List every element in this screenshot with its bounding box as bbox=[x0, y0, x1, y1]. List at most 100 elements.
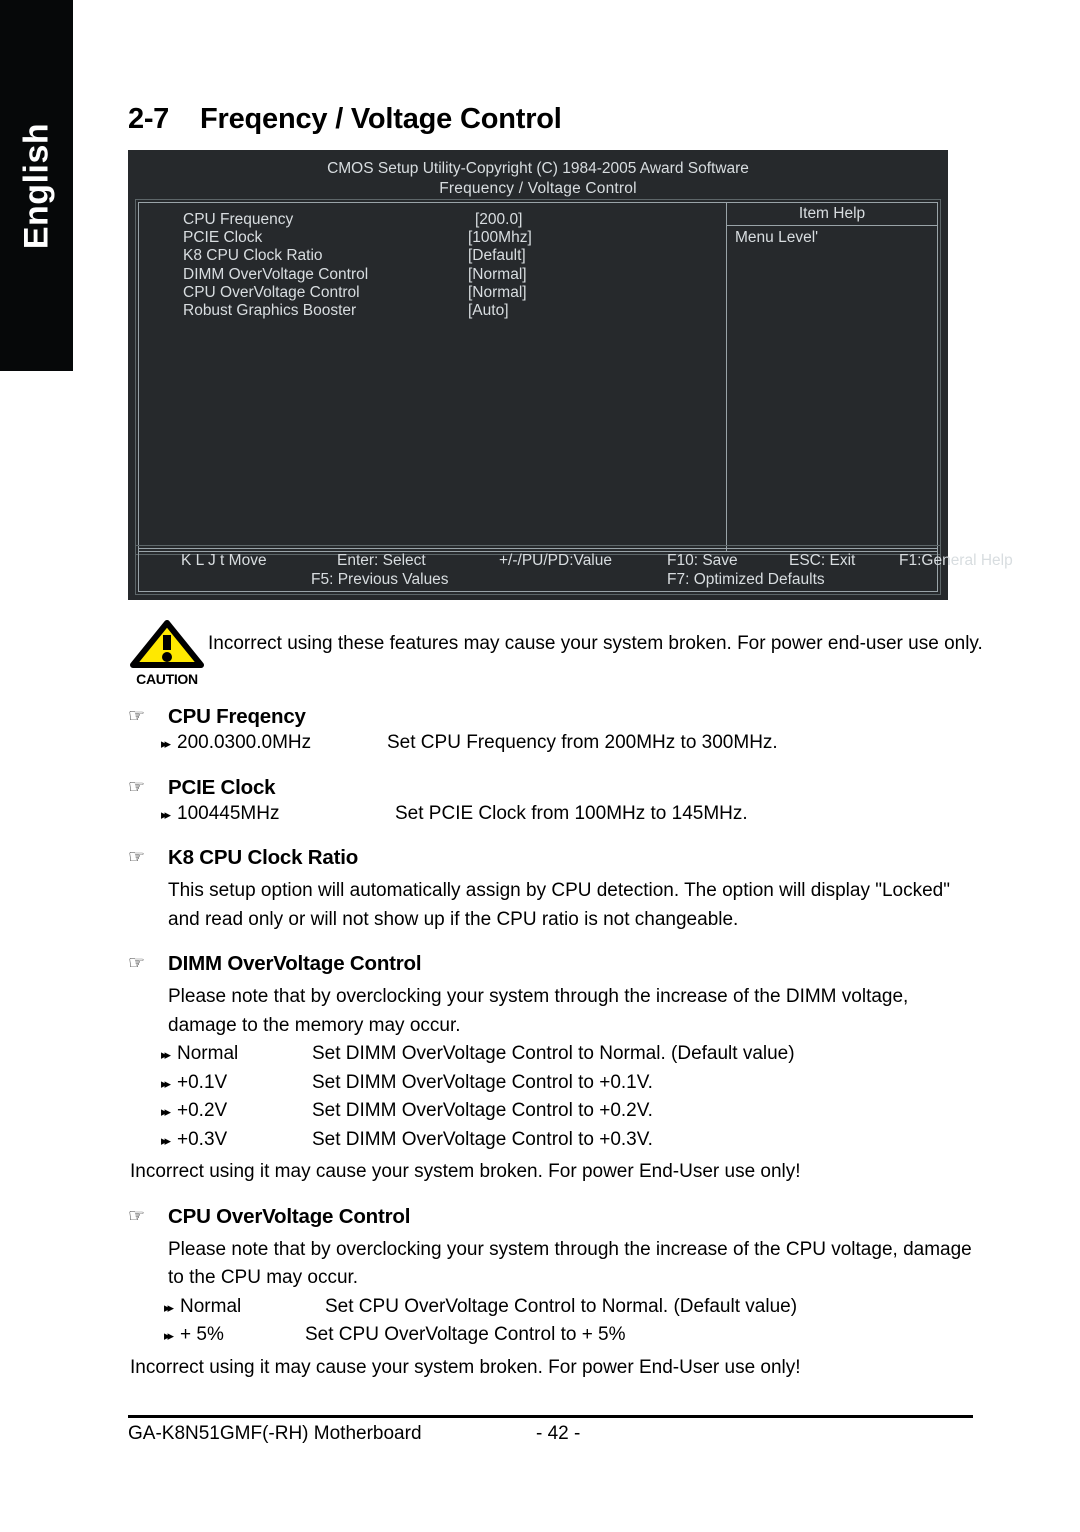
double-arrow-icon: ▸▸ bbox=[161, 1132, 171, 1148]
section-pcie-clock: ☞ PCIE Clock ▸▸ 100445MHz Set PCIE Clock… bbox=[128, 776, 973, 829]
key-move: K L J t Move bbox=[181, 552, 267, 569]
key-enter: Enter: Select bbox=[337, 552, 426, 569]
pointing-hand-icon: ☞ bbox=[128, 1205, 145, 1227]
section-heading: ☞ CPU Freqency bbox=[128, 705, 973, 729]
section-heading-label: CPU Freqency bbox=[168, 705, 306, 728]
bios-titlebar: CMOS Setup Utility-Copyright (C) 1984-20… bbox=[134, 156, 942, 199]
warning-triangle-icon bbox=[130, 620, 204, 668]
bios-menu-name: Frequency / Voltage Control bbox=[439, 180, 637, 197]
bios-item-label: DIMM OverVoltage Control bbox=[183, 265, 369, 283]
bios-row[interactable]: PCIE Clock [100Mhz] bbox=[183, 229, 726, 247]
double-arrow-icon: ▸▸ bbox=[161, 1047, 171, 1062]
item-help-body: Menu Level' bbox=[735, 229, 819, 246]
option-description: Set CPU OverVoltage Control to Normal. (… bbox=[325, 1295, 798, 1317]
option-label: 200.0300.0MHz bbox=[177, 732, 312, 753]
language-tab-label: English bbox=[17, 122, 55, 249]
section-title: Freqency / Voltage Control bbox=[200, 103, 562, 135]
option-label: +0.3V bbox=[177, 1128, 228, 1150]
bios-item-label: K8 CPU Clock Ratio bbox=[183, 247, 323, 265]
option-label: Normal bbox=[180, 1295, 242, 1317]
double-arrow-icon: ▸▸ bbox=[164, 1328, 174, 1343]
option-row: ▸▸ +0.1V Set DIMM OverVoltage Control to… bbox=[128, 1069, 973, 1098]
section-notice: Incorrect using it may cause your system… bbox=[130, 1356, 801, 1378]
option-row: ▸▸ 200.0300.0MHz Set CPU Frequency from … bbox=[128, 729, 973, 758]
option-row: ▸▸ +0.2V Set DIMM OverVoltage Control to… bbox=[128, 1097, 973, 1126]
option-label: +0.1V bbox=[177, 1071, 228, 1093]
option-row: ▸▸ + 5% Set CPU OverVoltage Control to +… bbox=[128, 1321, 973, 1350]
language-tab: English bbox=[0, 0, 73, 371]
caution-text: Incorrect using these features may cause… bbox=[208, 633, 983, 654]
double-arrow-icon: ▸▸ bbox=[164, 1299, 174, 1315]
bios-item-value[interactable]: [Auto] bbox=[468, 302, 509, 320]
footer-page-number: - 42 - bbox=[536, 1423, 581, 1444]
section-heading-label: CPU OverVoltage Control bbox=[168, 1204, 411, 1228]
bios-item-value[interactable]: [Normal] bbox=[468, 266, 527, 284]
footer-document-name: GA-K8N51GMF(-RH) Motherboard bbox=[128, 1423, 422, 1444]
section-k8-cpu-clock-ratio: ☞ K8 CPU Clock Ratio This setup option w… bbox=[128, 846, 973, 934]
bios-row[interactable]: Robust Graphics Booster [Auto] bbox=[183, 302, 726, 320]
bios-item-value[interactable]: [100Mhz] bbox=[468, 229, 532, 247]
bios-item-value[interactable]: [200.0] bbox=[468, 211, 522, 229]
double-arrow-icon: ▸▸ bbox=[161, 806, 171, 822]
section-heading-label: DIMM OverVoltage Control bbox=[168, 952, 422, 975]
caution-icon: CAUTION bbox=[130, 620, 204, 687]
bios-item-value[interactable]: [Normal] bbox=[468, 284, 527, 302]
bios-item-label: Robust Graphics Booster bbox=[183, 302, 357, 320]
bios-copyright-line: CMOS Setup Utility-Copyright (C) 1984-20… bbox=[327, 160, 749, 177]
option-description: Set DIMM OverVoltage Control to +0.2V. bbox=[312, 1100, 653, 1121]
bios-row[interactable]: CPU OverVoltage Control [Normal] bbox=[183, 284, 726, 302]
bios-item-value[interactable]: [Default] bbox=[468, 247, 526, 265]
key-previous-values: F5: Previous Values bbox=[311, 571, 449, 588]
option-row: ▸▸ 100445MHz Set PCIE Clock from 100MHz … bbox=[128, 800, 973, 829]
option-description: Set PCIE Clock from 100MHz to 145MHz. bbox=[395, 802, 748, 824]
option-description: Set DIMM OverVoltage Control to Normal. … bbox=[312, 1043, 795, 1064]
key-general-help: F1:General Help bbox=[899, 552, 1013, 569]
bios-key-legend-row: K L J t Move Enter: Select +/-/PU/PD:Val… bbox=[139, 552, 1013, 571]
option-row: ▸▸ Normal Set CPU OverVoltage Control to… bbox=[128, 1293, 973, 1322]
bios-settings-list: CPU Frequency [200.0] PCIE Clock [100Mhz… bbox=[139, 203, 726, 551]
key-save: F10: Save bbox=[667, 552, 738, 569]
option-row: ▸▸ Normal Set DIMM OverVoltage Control t… bbox=[128, 1040, 973, 1069]
pointing-hand-icon: ☞ bbox=[128, 706, 145, 727]
key-exit: ESC: Exit bbox=[789, 552, 856, 569]
bios-body: CPU Frequency [200.0] PCIE Clock [100Mhz… bbox=[135, 199, 941, 555]
option-row: ▸▸ +0.3V Set DIMM OverVoltage Control to… bbox=[128, 1126, 973, 1155]
section-heading: ☞ PCIE Clock bbox=[128, 776, 973, 800]
option-description: Set DIMM OverVoltage Control to +0.1V. bbox=[312, 1071, 653, 1093]
section-number: 2-7 bbox=[128, 103, 170, 135]
option-description: Set CPU OverVoltage Control to + 5% bbox=[305, 1324, 626, 1345]
section-paragraph: This setup option will automatically ass… bbox=[168, 880, 950, 930]
section-paragraph: Please note that by overclocking your sy… bbox=[168, 986, 909, 1036]
double-arrow-icon: ▸▸ bbox=[161, 1104, 171, 1119]
section-notice: Incorrect using it may cause your system… bbox=[130, 1161, 801, 1182]
section-dimm-overvoltage-control: ☞ DIMM OverVoltage Control Please note t… bbox=[128, 952, 973, 1187]
section-heading: ☞ CPU OverVoltage Control bbox=[128, 1205, 973, 1229]
option-label: + 5% bbox=[180, 1324, 224, 1345]
caution-label: CAUTION bbox=[136, 671, 198, 687]
bios-item-help-panel: Item Help Menu Level' bbox=[726, 203, 937, 551]
section-heading-label: PCIE Clock bbox=[168, 775, 276, 799]
pointing-hand-icon: ☞ bbox=[128, 953, 145, 974]
item-help-title: Item Help bbox=[727, 203, 937, 226]
double-arrow-icon: ▸▸ bbox=[161, 736, 171, 751]
section-cpu-frequency: ☞ CPU Freqency ▸▸ 200.0300.0MHz Set CPU … bbox=[128, 705, 973, 758]
option-label: 100445MHz bbox=[177, 802, 280, 824]
bios-row[interactable]: DIMM OverVoltage Control [Normal] bbox=[183, 266, 726, 284]
bios-setup-screen: CMOS Setup Utility-Copyright (C) 1984-20… bbox=[128, 150, 1013, 600]
pointing-hand-icon: ☞ bbox=[128, 847, 145, 868]
footer-divider bbox=[128, 1415, 973, 1418]
section-heading: ☞ K8 CPU Clock Ratio bbox=[128, 846, 973, 870]
caution-banner: CAUTION Incorrect using these features m… bbox=[128, 620, 983, 687]
bios-row[interactable]: CPU Frequency [200.0] bbox=[183, 211, 726, 229]
key-value: +/-/PU/PD:Value bbox=[499, 552, 612, 569]
bios-row[interactable]: K8 CPU Clock Ratio [Default] bbox=[183, 247, 726, 265]
bios-key-legend: K L J t Move Enter: Select +/-/PU/PD:Val… bbox=[135, 545, 1013, 595]
bios-key-legend-row: F5: Previous Values F7: Optimized Defaul… bbox=[139, 571, 937, 590]
option-description: Set CPU Frequency from 200MHz to 300MHz. bbox=[387, 732, 778, 753]
page-footer: GA-K8N51GMF(-RH) Motherboard - 42 - bbox=[128, 1415, 973, 1449]
section-paragraph: Please note that by overclocking your sy… bbox=[168, 1238, 972, 1289]
option-description: Set DIMM OverVoltage Control to +0.3V. bbox=[312, 1128, 653, 1150]
footer-line: GA-K8N51GMF(-RH) Motherboard - 42 - bbox=[128, 1423, 973, 1449]
section-cpu-overvoltage-control: ☞ CPU OverVoltage Control Please note th… bbox=[128, 1205, 973, 1383]
bios-item-label: PCIE Clock bbox=[183, 229, 263, 247]
